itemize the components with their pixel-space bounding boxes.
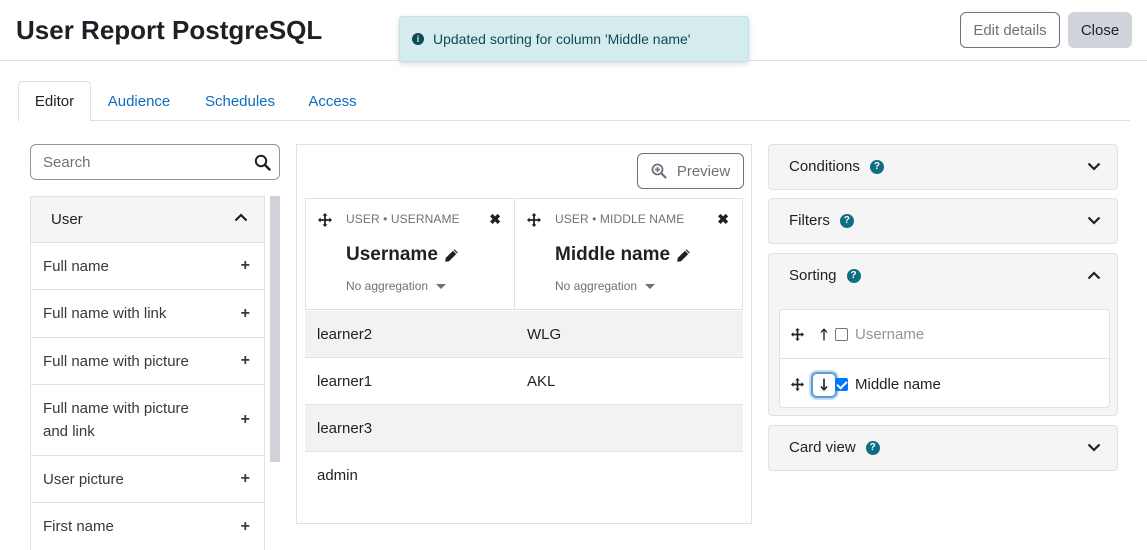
card-title: Sorting xyxy=(789,267,837,284)
sort-item-username: Username xyxy=(780,310,1109,359)
move-icon[interactable] xyxy=(791,378,804,391)
chevron-up-icon[interactable] xyxy=(1087,271,1101,280)
chevron-down-icon[interactable] xyxy=(1087,216,1101,225)
column-title[interactable]: Middle name xyxy=(555,244,691,266)
pencil-icon[interactable] xyxy=(444,248,459,263)
user-section-header[interactable]: User xyxy=(31,197,264,243)
tab-audience[interactable]: Audience xyxy=(98,81,180,121)
source-item-full-name-with-picture-and-link[interactable]: Full name with picture and link + xyxy=(31,385,264,456)
help-icon[interactable]: ? xyxy=(869,159,884,174)
column-source: USER • MIDDLE NAME xyxy=(555,212,685,226)
chevron-down-icon[interactable] xyxy=(1087,443,1101,452)
aggregation-dropdown[interactable]: No aggregation xyxy=(346,279,447,293)
close-icon[interactable]: ✖ xyxy=(489,211,501,228)
sort-label: Username xyxy=(855,325,925,343)
source-item-full-name-with-picture[interactable]: Full name with picture + xyxy=(31,338,264,385)
filters-card[interactable]: Filters? xyxy=(768,198,1118,244)
plus-icon[interactable]: + xyxy=(241,305,250,321)
table-cell: learner1 xyxy=(317,373,373,390)
source-item-full-name[interactable]: Full name + xyxy=(31,243,264,290)
card-title: Conditions xyxy=(789,158,860,175)
preview-button[interactable]: Preview xyxy=(637,153,744,189)
search-icon[interactable] xyxy=(254,154,271,171)
table-cell: WLG xyxy=(527,326,562,343)
help-icon[interactable]: ? xyxy=(839,213,854,228)
plus-icon[interactable]: + xyxy=(241,353,250,369)
report-editor: Preview USER • USERNAME ✖ Username No ag… xyxy=(296,144,752,524)
section-title: User xyxy=(51,211,83,228)
card-view-card[interactable]: Card view? xyxy=(768,425,1118,471)
caret-down-icon xyxy=(436,283,447,289)
column-header-username: USER • USERNAME ✖ Username No aggregatio… xyxy=(305,198,515,310)
column-source: USER • USERNAME xyxy=(346,212,460,226)
sort-checkbox-middle-name[interactable] xyxy=(835,378,848,391)
tab-bar: Editor Audience Schedules Access xyxy=(18,81,1130,122)
sorting-card: Sorting? Username Middle name xyxy=(768,253,1118,416)
source-item-first-name[interactable]: First name + xyxy=(31,503,264,550)
page-title: User Report PostgreSQL xyxy=(16,15,323,45)
chevron-down-icon[interactable] xyxy=(1087,162,1101,171)
tab-schedules[interactable]: Schedules xyxy=(196,81,284,121)
plus-icon[interactable]: + xyxy=(241,518,250,534)
table-cell: learner2 xyxy=(317,326,373,343)
edit-details-button[interactable]: Edit details xyxy=(960,12,1060,48)
column-header-middle-name: USER • MIDDLE NAME ✖ Middle name No aggr… xyxy=(514,198,743,310)
help-icon[interactable]: ? xyxy=(865,440,880,455)
table-row: learner1 AKL xyxy=(305,358,743,405)
move-icon[interactable] xyxy=(527,213,541,227)
sort-item-middle-name: Middle name xyxy=(780,360,1109,409)
source-item-user-picture[interactable]: User picture + xyxy=(31,456,264,503)
plus-icon[interactable]: + xyxy=(241,412,250,428)
caret-down-icon xyxy=(645,283,656,289)
table-cell: admin xyxy=(317,467,358,484)
move-icon[interactable] xyxy=(791,327,804,341)
plus-icon[interactable]: + xyxy=(241,258,250,274)
table-row: learner3 xyxy=(305,405,743,452)
arrow-up-icon[interactable] xyxy=(811,321,837,347)
close-icon[interactable]: ✖ xyxy=(717,211,729,228)
card-title: Card view xyxy=(789,439,856,456)
sort-checkbox-username[interactable] xyxy=(835,327,848,341)
help-icon[interactable]: ? xyxy=(846,268,861,283)
sidebar-scrollbar[interactable] xyxy=(270,196,280,462)
tab-editor[interactable]: Editor xyxy=(18,81,91,122)
move-icon[interactable] xyxy=(318,213,332,227)
close-button[interactable]: Close xyxy=(1068,12,1132,48)
aggregation-dropdown[interactable]: No aggregation xyxy=(555,279,656,293)
conditions-card[interactable]: Conditions? xyxy=(768,144,1118,190)
toast-message: Updated sorting for column 'Middle name' xyxy=(433,31,691,47)
table-cell: learner3 xyxy=(317,420,373,437)
search-input[interactable] xyxy=(31,145,241,179)
zoom-in-icon xyxy=(651,163,667,179)
chevron-up-icon[interactable] xyxy=(234,213,248,222)
table-cell: AKL xyxy=(527,373,556,390)
search-box xyxy=(30,144,280,180)
card-title: Filters xyxy=(789,212,830,229)
notification-toast: i Updated sorting for column 'Middle nam… xyxy=(399,16,749,62)
sorting-list: Username Middle name xyxy=(779,309,1110,408)
source-item-full-name-with-link[interactable]: Full name with link + xyxy=(31,290,264,338)
column-title[interactable]: Username xyxy=(346,244,459,266)
arrow-down-icon[interactable] xyxy=(811,371,837,398)
pencil-icon[interactable] xyxy=(676,248,691,263)
table-row: admin xyxy=(305,452,743,499)
table-row: learner2 WLG xyxy=(305,311,743,358)
plus-icon[interactable]: + xyxy=(241,471,250,487)
tab-access[interactable]: Access xyxy=(300,81,365,121)
report-source-list: User Full name + Full name with link + Ful… xyxy=(30,196,265,550)
sort-label: Middle name xyxy=(855,376,941,393)
info-icon: i xyxy=(412,33,424,45)
